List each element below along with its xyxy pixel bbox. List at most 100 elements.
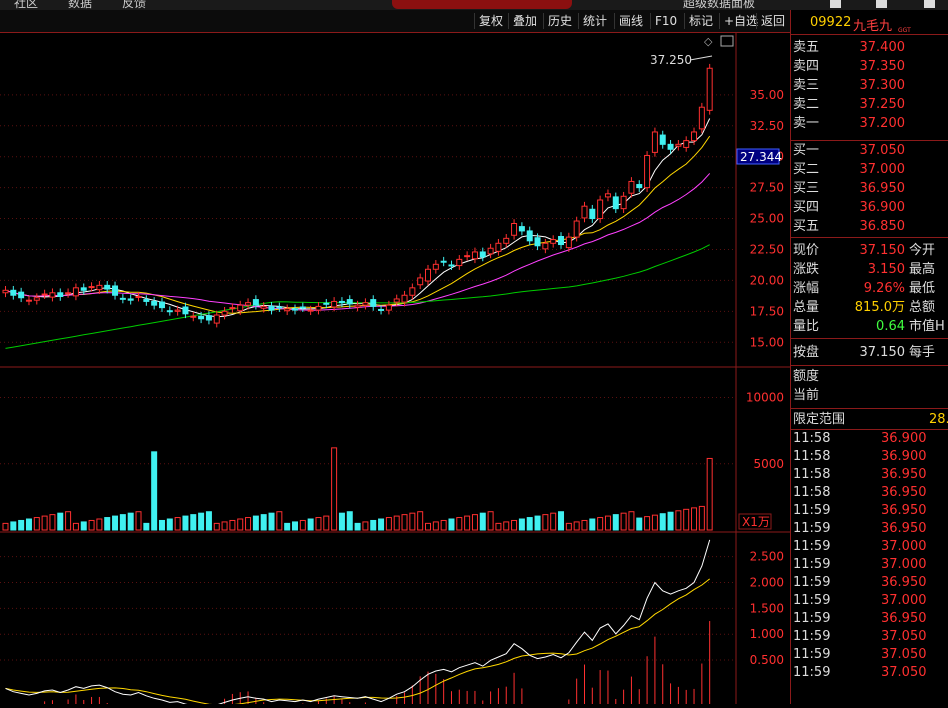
ma-line xyxy=(5,135,711,314)
volume-bar xyxy=(57,512,64,531)
data-panel-link[interactable]: 超级数据面板 xyxy=(683,0,755,10)
indicator-tick-label: 2.000 xyxy=(750,576,784,590)
quota-row: 额度 xyxy=(793,367,948,386)
candle xyxy=(245,302,252,306)
diamond-icon[interactable]: ◇ xyxy=(704,35,713,48)
volume-bar xyxy=(503,521,510,531)
quote-panel: 09922 九毛九 GGT 卖五 37.400 卖四 37.350 卖三 37.300 卖二… xyxy=(790,10,948,704)
volume-bar xyxy=(338,512,345,531)
candle xyxy=(65,292,72,295)
volume-bar xyxy=(354,522,361,531)
volume-bar xyxy=(260,514,267,531)
quote-vol-row-extra-label: 总额 xyxy=(909,300,936,315)
candle xyxy=(299,306,306,309)
volume-bar xyxy=(518,518,525,531)
toolbar-f10-button[interactable]: F10 xyxy=(650,13,681,29)
indicator-tick-label: 0.500 xyxy=(750,653,784,667)
tick-price: 37.050 xyxy=(881,647,927,662)
candle xyxy=(49,292,56,298)
limit-row-value: 28. xyxy=(929,412,948,427)
candle xyxy=(518,226,525,232)
volume-bar xyxy=(448,518,455,531)
volume-bar xyxy=(174,517,181,531)
tick-price: 37.000 xyxy=(881,593,927,608)
candle xyxy=(620,195,627,210)
toolbar-stats-button[interactable]: 统计 xyxy=(578,13,611,29)
volume-bar xyxy=(558,511,565,531)
minimize-icon[interactable] xyxy=(830,0,841,8)
volume-tick-label: 10000 xyxy=(746,391,784,405)
quote-ratio-row-value: 0.64 xyxy=(876,319,905,334)
volume-bar xyxy=(65,511,72,531)
volume-bar xyxy=(425,522,432,531)
volume-bar xyxy=(72,522,79,531)
chart-area[interactable]: 35.0032.5030.0027.5025.0022.5020.0017.50… xyxy=(0,33,790,708)
toolbar-draw-button[interactable]: 画线 xyxy=(614,13,647,29)
quote-change-row-extra-label: 最高 xyxy=(909,262,936,277)
volume-bar xyxy=(604,515,611,531)
tick-row: 11:59 37.050 xyxy=(793,628,948,646)
top-menu-bar: 社区 数据 反馈 超级数据面板 xyxy=(0,0,948,10)
volume-bar xyxy=(323,515,330,531)
volume-bar xyxy=(104,517,111,531)
candle xyxy=(119,297,126,300)
quote-vol-row-label: 总量 xyxy=(793,300,820,315)
menu-tab-feedback[interactable]: 反馈 xyxy=(122,0,146,10)
candle xyxy=(456,258,463,267)
tick-row: 11:58 36.900 xyxy=(793,430,948,448)
price-tick-label: 25.00 xyxy=(750,212,784,226)
volume-bar xyxy=(190,514,197,531)
indicator-tick-label: 1.500 xyxy=(750,601,784,615)
candle xyxy=(425,268,432,282)
volume-bar xyxy=(456,517,463,531)
candle xyxy=(25,299,32,302)
current-row-label: 当前 xyxy=(793,388,820,403)
candle xyxy=(573,220,580,238)
toolbar-restore-rights-button[interactable]: 复权 xyxy=(474,13,507,29)
volume-bar xyxy=(221,521,228,531)
candle xyxy=(104,284,111,290)
quote-bid-row-extra-label: 每手 xyxy=(909,345,936,360)
candle xyxy=(464,255,471,258)
candle xyxy=(581,205,588,219)
volume-bar xyxy=(651,514,658,531)
menu-tab-community[interactable]: 社区 xyxy=(14,0,38,10)
volume-bar xyxy=(88,519,95,531)
limit-row: 限定范围 28. xyxy=(793,410,948,429)
candle xyxy=(182,306,189,315)
tick-row: 11:59 36.950 xyxy=(793,502,948,520)
volume-tick-label: 5000 xyxy=(753,457,784,471)
stock-chart-svg[interactable]: 35.0032.5030.0027.5025.0022.5020.0017.50… xyxy=(0,33,790,708)
candle xyxy=(487,247,494,255)
quote-bid-row-value: 37.150 xyxy=(859,345,906,360)
toolbar-mark-button[interactable]: 标记 xyxy=(684,13,717,29)
volume-bar xyxy=(620,512,627,531)
volume-bar xyxy=(346,511,353,531)
volume-bar xyxy=(237,518,244,531)
volume-bar xyxy=(534,515,541,531)
volume-bar xyxy=(385,517,392,531)
close-icon[interactable] xyxy=(924,0,935,8)
toolbar-history-button[interactable]: 历史 xyxy=(543,13,576,29)
candle xyxy=(612,196,619,210)
tick-row: 11:59 37.000 xyxy=(793,538,948,556)
volume-bar xyxy=(597,517,604,531)
volume-bar xyxy=(691,507,698,531)
ask-row-label: 卖三 xyxy=(793,78,820,93)
volume-bar xyxy=(479,512,486,531)
tick-time: 11:59 xyxy=(793,539,831,554)
tick-price: 36.950 xyxy=(881,485,927,500)
toolbar-back-button[interactable]: 返回 xyxy=(756,13,789,29)
candle xyxy=(558,235,565,246)
volume-bar xyxy=(659,513,666,531)
promo-banner[interactable] xyxy=(392,0,572,9)
price-tick-label: 22.50 xyxy=(750,242,784,256)
bid-row-label: 买五 xyxy=(793,219,820,234)
maximize-icon[interactable] xyxy=(876,0,887,8)
menu-tab-data[interactable]: 数据 xyxy=(68,0,92,10)
toolbar-overlay-button[interactable]: 叠加 xyxy=(508,13,541,29)
volume-bar xyxy=(440,519,447,531)
ask-row-label: 卖一 xyxy=(793,116,820,131)
panel-toggle-icon[interactable] xyxy=(720,35,734,47)
candle xyxy=(675,143,682,147)
